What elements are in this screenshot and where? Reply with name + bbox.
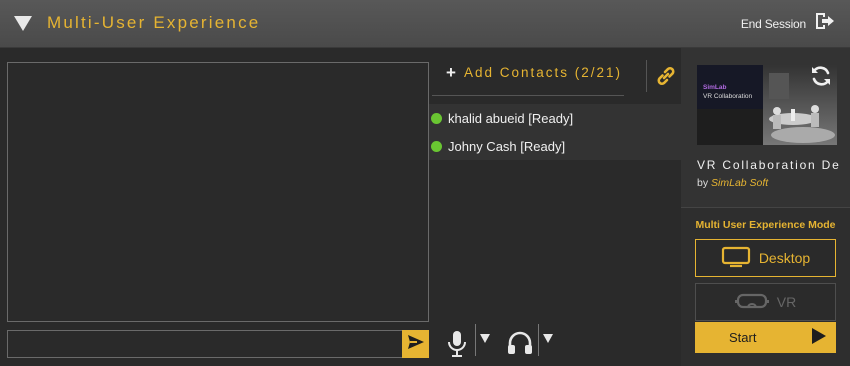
sync-button[interactable]	[805, 64, 837, 92]
contacts-count: (2/21)	[574, 65, 623, 80]
thumbnail-card: SimLab VR Collaboration	[697, 65, 763, 109]
panel-title: Multi-User Experience	[47, 13, 261, 32]
add-contacts-button[interactable]: + Add Contacts (2/21)	[446, 64, 622, 81]
thumbnail-subtitle: VR Collaboration	[703, 93, 753, 100]
triangle-down-icon[interactable]	[14, 16, 32, 31]
end-session-button[interactable]: End Session	[741, 11, 836, 36]
vendor-link[interactable]: SimLab Soft	[711, 177, 768, 189]
exit-icon	[814, 11, 836, 36]
chat-messages-area[interactable]	[7, 62, 429, 322]
mic-dropdown-icon[interactable]	[480, 334, 490, 343]
vr-headset-icon	[734, 291, 769, 314]
headphones-icon[interactable]	[506, 329, 534, 362]
end-session-label: End Session	[740, 16, 806, 31]
status-dot	[431, 140, 442, 152]
send-icon	[407, 334, 424, 354]
link-icon[interactable]	[654, 64, 678, 93]
divider	[646, 60, 647, 92]
divider	[475, 324, 476, 356]
header-bar: Multi-User Experience End Session	[0, 0, 850, 48]
product-title: VR Collaboration De	[697, 158, 841, 172]
sync-icon	[809, 65, 833, 92]
list-item[interactable]: Johny Cash [Ready]	[429, 132, 681, 160]
contact-name: khalid abueid	[448, 110, 525, 126]
product-byline: by SimLab Soft	[697, 177, 768, 189]
desktop-mode-button[interactable]: Desktop	[695, 239, 836, 277]
plus-icon: +	[446, 63, 456, 82]
desktop-label: Desktop	[758, 250, 811, 266]
mode-title: Multi User Experience Mode	[695, 219, 836, 231]
send-button[interactable]	[402, 330, 429, 358]
mode-panel: Multi User Experience Mode Desktop VR St…	[681, 207, 850, 366]
contact-status: [Ready]	[520, 138, 566, 154]
monitor-icon	[721, 246, 751, 271]
contacts-divider	[432, 95, 624, 96]
vr-mode-button[interactable]: VR	[695, 283, 836, 321]
chat-input[interactable]	[7, 330, 403, 358]
thumbnail-brand: SimLab	[703, 84, 727, 91]
contact-list: khalid abueid [Ready] Johny Cash [Ready]	[429, 104, 681, 160]
by-label: by	[697, 177, 709, 189]
list-item[interactable]: khalid abueid [Ready]	[429, 104, 681, 132]
start-label: Start	[729, 330, 757, 345]
divider	[538, 324, 539, 356]
vr-label: VR	[776, 294, 797, 310]
contact-status: [Ready]	[528, 110, 574, 126]
add-contacts-label: Add Contacts	[463, 65, 569, 80]
status-dot	[431, 112, 442, 124]
microphone-icon[interactable]	[446, 329, 468, 364]
play-icon	[812, 328, 826, 347]
headphones-dropdown-icon[interactable]	[543, 334, 553, 343]
contact-name: Johny Cash	[448, 138, 517, 154]
start-button[interactable]: Start	[695, 322, 836, 353]
